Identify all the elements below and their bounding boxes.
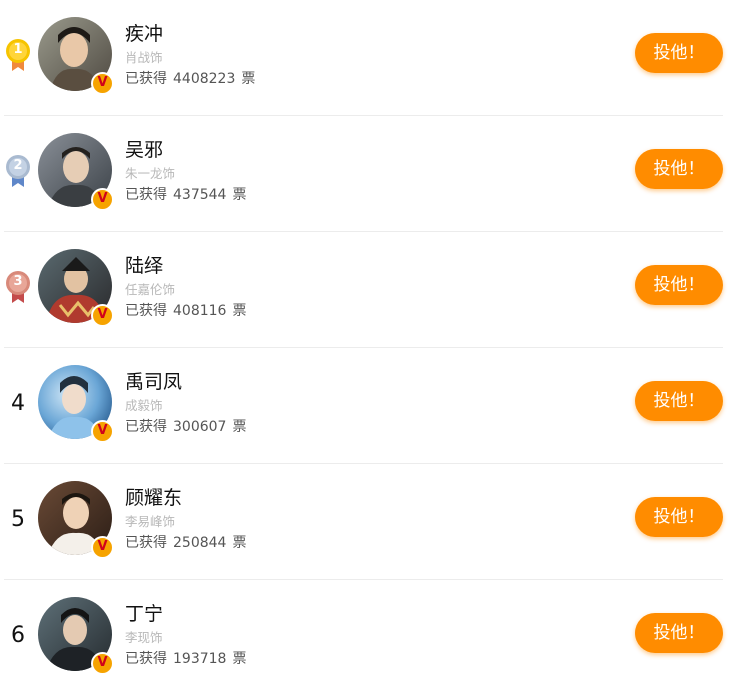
- vote-suffix: 票: [232, 535, 247, 551]
- vote-count: 已获得 193718 票: [125, 648, 246, 668]
- vote-count: 已获得 250844 票: [125, 532, 246, 552]
- vote-number: 193718: [173, 651, 227, 667]
- verified-v-icon: V: [91, 72, 114, 95]
- vote-number: 4408223: [173, 71, 236, 87]
- ranking-row: 3 V 陆绎 任嘉伦饰 已获得 408116 票 投他！: [0, 232, 747, 348]
- character-name: 顾耀东: [125, 487, 183, 509]
- rank-number: 3: [13, 274, 23, 289]
- vote-prefix: 已获得: [125, 187, 167, 203]
- rank-number: 2: [13, 158, 23, 173]
- character-name: 丁宁: [125, 603, 164, 625]
- vote-count: 已获得 300607 票: [125, 416, 246, 436]
- vote-button[interactable]: 投他！: [635, 497, 723, 537]
- vote-suffix: 票: [232, 651, 247, 667]
- vote-number: 300607: [173, 419, 227, 435]
- vote-suffix: 票: [232, 187, 247, 203]
- actor-name: 朱一龙饰: [125, 166, 176, 181]
- vote-ranking-list: 1 V 疾冲 肖战饰 已获得 4408223 票 投他！ 2 V 吴邪 朱一龙饰…: [0, 0, 747, 696]
- character-name: 吴邪: [125, 139, 164, 161]
- ranking-row: 6 V 丁宁 李现饰 已获得 193718 票 投他！: [0, 580, 747, 696]
- vote-number: 437544: [173, 187, 227, 203]
- vote-button[interactable]: 投他！: [635, 381, 723, 421]
- vote-button[interactable]: 投他！: [635, 265, 723, 305]
- vote-button[interactable]: 投他！: [635, 149, 723, 189]
- rank-2-medal: 2: [4, 154, 32, 188]
- vote-count: 已获得 437544 票: [125, 184, 246, 204]
- ranking-row: 4 V 禹司凤 成毅饰 已获得 300607 票 投他！: [0, 348, 747, 464]
- vote-count: 已获得 4408223 票: [125, 68, 255, 88]
- verified-v-icon: V: [91, 188, 114, 211]
- actor-name: 李现饰: [125, 630, 163, 645]
- vote-suffix: 票: [241, 71, 256, 87]
- verified-v-icon: V: [91, 420, 114, 443]
- ranking-row: 5 V 顾耀东 李易峰饰 已获得 250844 票 投他！: [0, 464, 747, 580]
- vote-button[interactable]: 投他！: [635, 33, 723, 73]
- rank-3-medal: 3: [4, 270, 32, 304]
- character-name: 疾冲: [125, 23, 164, 45]
- character-name: 陆绎: [125, 255, 164, 277]
- vote-number: 408116: [173, 303, 227, 319]
- ranking-row: 1 V 疾冲 肖战饰 已获得 4408223 票 投他！: [0, 0, 747, 116]
- ranking-row: 2 V 吴邪 朱一龙饰 已获得 437544 票 投他！: [0, 116, 747, 232]
- verified-v-icon: V: [91, 652, 114, 675]
- rank-number: 1: [13, 42, 23, 57]
- vote-number: 250844: [173, 535, 227, 551]
- character-name: 禹司凤: [125, 371, 183, 393]
- vote-suffix: 票: [232, 419, 247, 435]
- vote-button[interactable]: 投他！: [635, 613, 723, 653]
- vote-prefix: 已获得: [125, 651, 167, 667]
- vote-count: 已获得 408116 票: [125, 300, 246, 320]
- actor-name: 成毅饰: [125, 398, 163, 413]
- rank-number: 5: [11, 507, 25, 532]
- vote-prefix: 已获得: [125, 71, 167, 87]
- vote-suffix: 票: [232, 303, 247, 319]
- vote-prefix: 已获得: [125, 419, 167, 435]
- rank-1-medal: 1: [4, 38, 32, 72]
- vote-prefix: 已获得: [125, 303, 167, 319]
- verified-v-icon: V: [91, 536, 114, 559]
- actor-name: 肖战饰: [125, 50, 163, 65]
- rank-number: 6: [11, 623, 25, 648]
- vote-prefix: 已获得: [125, 535, 167, 551]
- verified-v-icon: V: [91, 304, 114, 327]
- actor-name: 李易峰饰: [125, 514, 176, 529]
- actor-name: 任嘉伦饰: [125, 282, 176, 297]
- rank-number: 4: [11, 391, 25, 416]
